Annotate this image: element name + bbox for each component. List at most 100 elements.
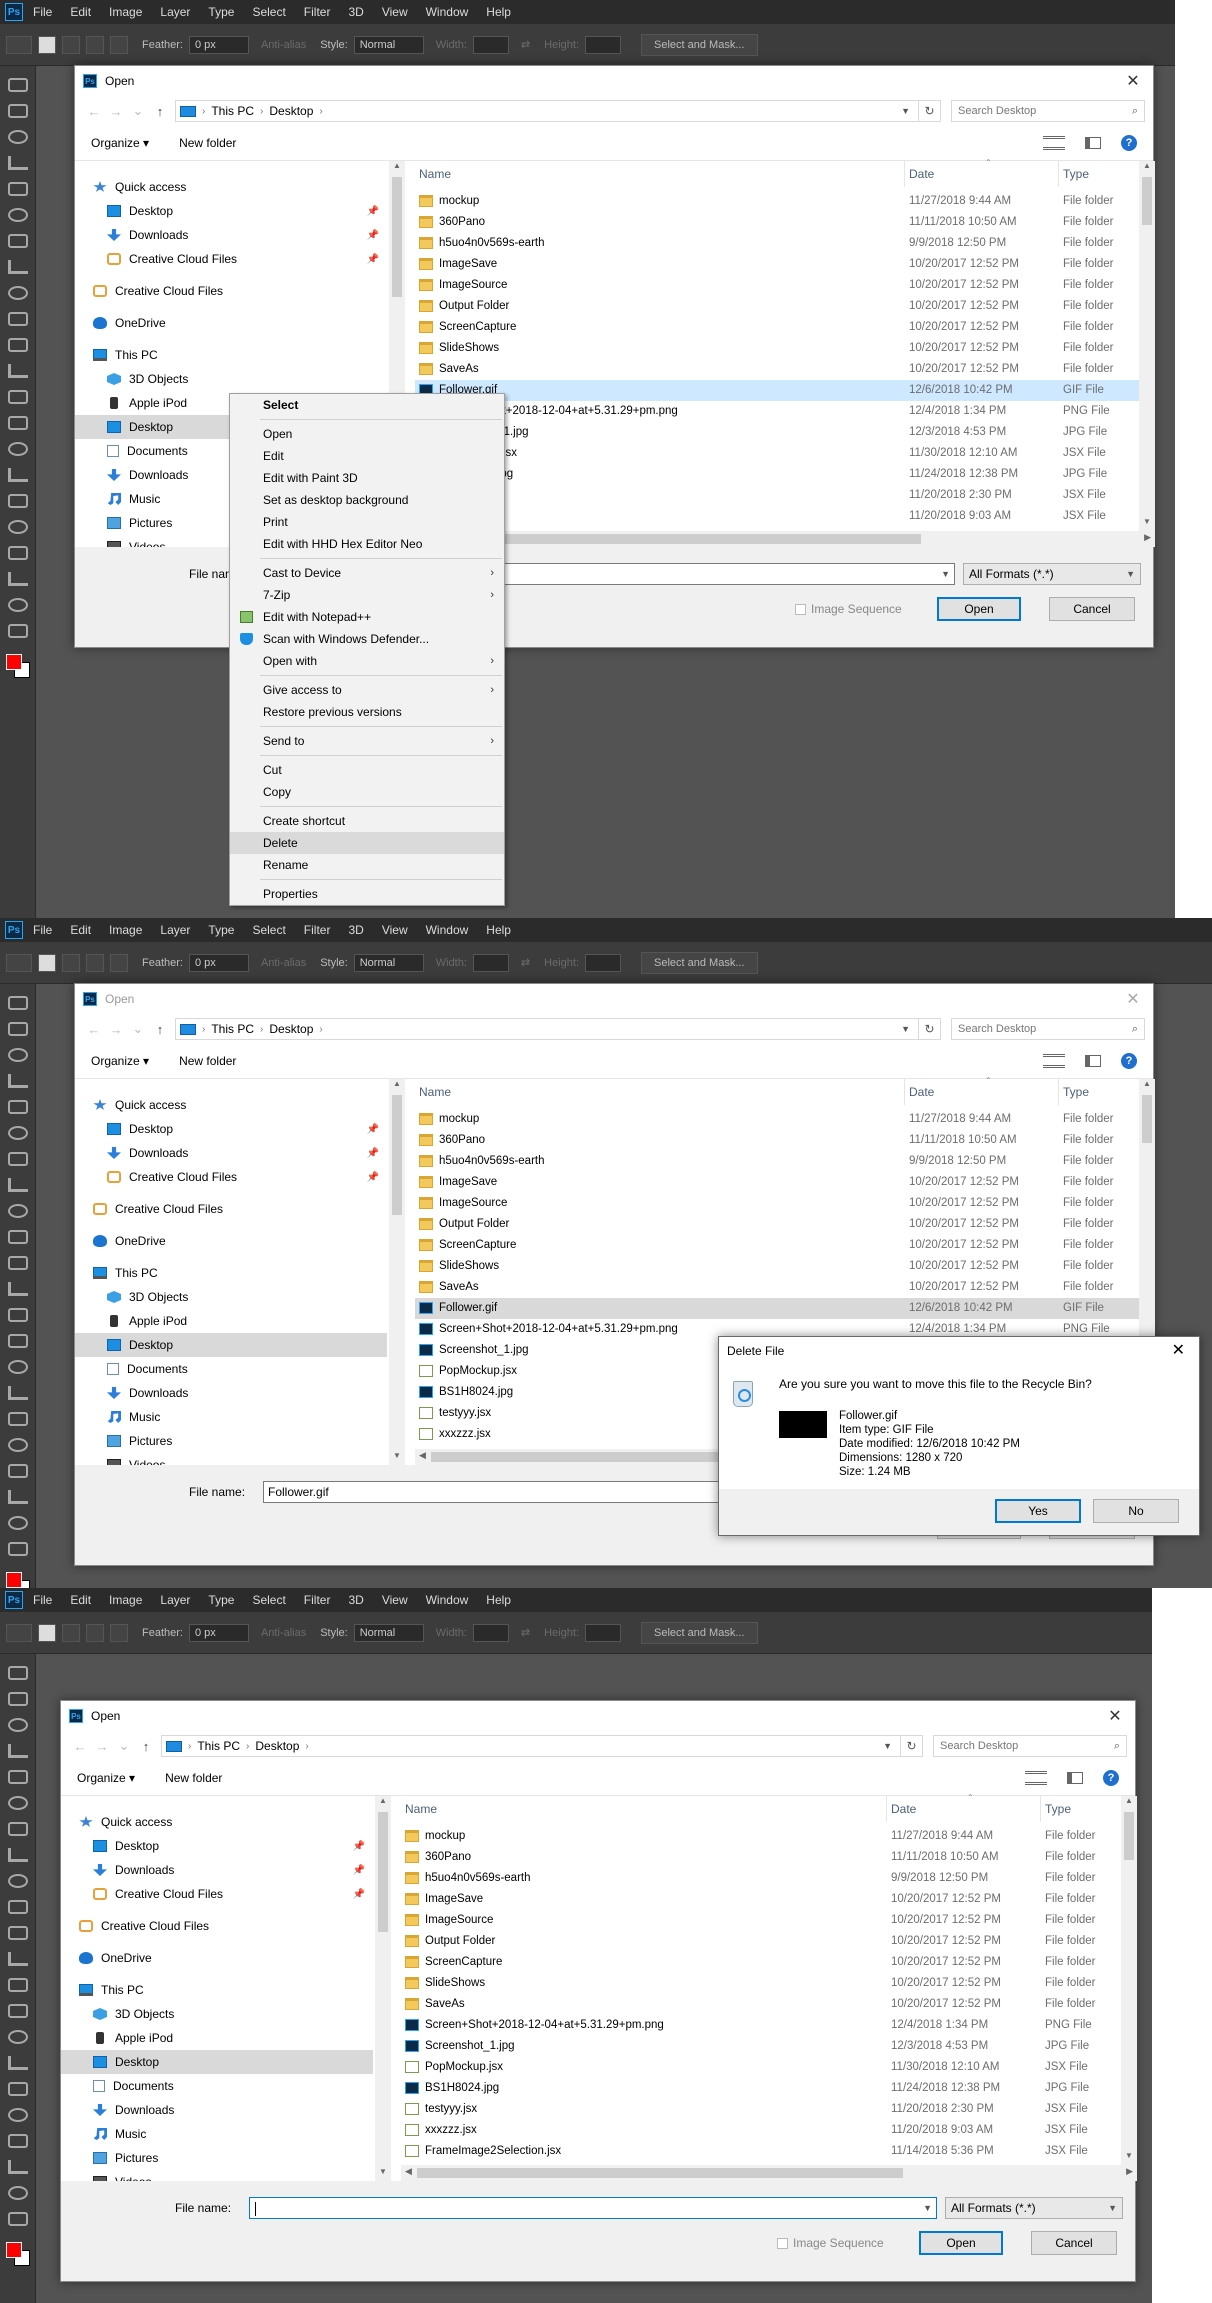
table-row[interactable]: mockup 11/27/2018 9:44 AM File folder [415,191,1139,212]
new-selection-icon[interactable] [38,1623,56,1642]
open-button[interactable]: Open [919,2231,1003,2255]
table-row[interactable]: SaveAs 10/20/2017 12:52 PM File folder [415,359,1139,380]
table-row[interactable]: h5uo4n0v569s-earth 9/9/2018 12:50 PM File … [415,233,1139,254]
back-arrow-icon[interactable]: ← [83,104,105,119]
change-view-icon[interactable] [1043,1054,1065,1068]
feather-input[interactable]: 0 px [188,953,249,972]
nav-item-this-pc[interactable]: This PC [75,1261,387,1285]
menu-layer[interactable]: Layer [160,1593,190,1607]
frame-tool-icon[interactable] [7,1796,28,1810]
marquee-tool-preset-icon[interactable] [6,35,32,54]
file-scrollbar[interactable]: ▲▼ [1139,161,1155,531]
nav-item-downloads[interactable]: Downloads 📌 [75,223,387,247]
nav-item-pictures[interactable]: Pictures [75,1429,387,1453]
menu-edit[interactable]: Edit [70,5,91,19]
antialias-checkbox[interactable]: Anti-alias [261,39,306,51]
column-date[interactable]: Date [905,161,1059,187]
crumb-desktop[interactable]: Desktop [255,1739,299,1753]
nav-item-apple-ipod[interactable]: Apple iPod [61,2026,373,2050]
file-hscrollbar[interactable]: ◀▶ [401,2165,1137,2181]
chevron-right-icon[interactable]: › [319,106,322,117]
breadcrumb[interactable]: › This PC › Desktop › ▼ [175,100,919,122]
pin-icon[interactable]: 📌 [367,254,379,265]
nav-item-desktop[interactable]: Desktop 📌 [75,1117,387,1141]
dodge-tool-icon[interactable] [7,442,28,456]
organize-button[interactable]: Organize ▾ [77,1771,135,1785]
table-row[interactable]: SlideShows 10/20/2017 12:52 PM File folder [415,1256,1139,1277]
intersect-selection-icon[interactable] [110,1623,128,1642]
lasso-tool-icon[interactable] [7,130,28,144]
menu-select[interactable]: Select [252,5,285,19]
marquee-tool-icon[interactable] [7,104,28,118]
ctx-create-shortcut[interactable]: Create shortcut [230,810,504,832]
file-scroll-thumb[interactable] [1142,1095,1152,1143]
menu-3d[interactable]: 3D [348,5,363,19]
pin-icon[interactable]: 📌 [367,1172,379,1183]
scroll-left-icon[interactable]: ◀ [419,1450,426,1461]
nav-item-creative-cloud-files[interactable]: Creative Cloud Files 📌 [61,1882,373,1906]
shape-tool-icon[interactable] [7,1464,28,1478]
menu-layer[interactable]: Layer [160,923,190,937]
ctx-cut[interactable]: Cut [230,759,504,781]
eyedropper-tool-icon[interactable] [7,234,28,248]
table-row[interactable]: ScreenCapture 10/20/2017 12:52 PM File fol… [415,1235,1139,1256]
refresh-icon[interactable]: ↻ [901,1735,923,1757]
scroll-up-icon[interactable]: ▲ [1121,1796,1137,1810]
ctx-restore-previous-versions[interactable]: Restore previous versions [230,701,504,723]
table-row[interactable]: BS1H8024.jpg11/24/2018 12:38 PMJPG File [415,464,1139,485]
file-name-input[interactable]: ▼ [249,2197,937,2219]
hand-tool-icon[interactable] [7,2160,28,2174]
scroll-down-icon[interactable]: ▼ [1121,2151,1137,2165]
lasso-tool-icon[interactable] [7,1718,28,1732]
marquee-tool-preset-icon[interactable] [6,1623,32,1642]
table-row[interactable]: ImageSource 10/20/2017 12:52 PM File folde… [415,275,1139,296]
table-row[interactable]: PopMockup.jsx 11/30/2018 12:10 AM JSX File [401,2057,1121,2078]
move-tool-icon[interactable] [7,78,28,92]
ctx-cast-to-device[interactable]: Cast to Device › [230,562,504,584]
close-icon[interactable]: ✕ [1172,1337,1185,1365]
column-type[interactable]: Type [1041,1796,1121,1822]
help-icon[interactable]: ? [1103,1770,1119,1786]
brush-tool-icon[interactable] [7,1874,28,1888]
search-input[interactable]: Search Desktop ⌕ [951,1018,1145,1040]
menu-help[interactable]: Help [486,5,511,19]
image-sequence-checkbox[interactable]: Image Sequence [795,602,902,616]
cancel-button[interactable]: Cancel [1049,597,1135,621]
table-row[interactable]: Screenshot_1.jpg12/3/2018 4:53 PMJPG Fil… [415,422,1139,443]
nav-item-3d-objects[interactable]: 3D Objects [75,1285,387,1309]
chevron-down-icon[interactable]: ▼ [897,106,914,116]
table-row[interactable]: SaveAs 10/20/2017 12:52 PM File folder [415,1277,1139,1298]
table-row[interactable]: Output Folder 10/20/2017 12:52 PM File fol… [415,296,1139,317]
checkbox-box[interactable] [777,2237,788,2249]
forward-arrow-icon[interactable]: → [105,104,127,119]
ctx-open[interactable]: Open [230,423,504,445]
add-selection-icon[interactable] [62,1623,80,1642]
path-select-tool-icon[interactable] [7,2108,28,2122]
crop-tool-icon[interactable] [7,182,28,196]
stamp-tool-icon[interactable] [7,312,28,326]
blur-tool-icon[interactable] [7,2004,28,2018]
shape-tool-icon[interactable] [7,546,28,560]
quick-select-tool-icon[interactable] [7,156,28,170]
history-brush-tool-icon[interactable] [7,1256,28,1270]
table-row[interactable]: ImageSource 10/20/2017 12:52 PM File folde… [401,1910,1121,1931]
scroll-up-icon[interactable]: ▲ [375,1796,391,1810]
gradient-tool-icon[interactable] [7,1978,28,1992]
foreground-color[interactable] [5,2242,22,2258]
nav-item-creative-cloud-files[interactable]: Creative Cloud Files 📌 [75,247,387,271]
chevron-right-icon[interactable]: › [246,1741,249,1752]
zoom-tool-icon[interactable] [7,598,28,612]
color-swatches[interactable] [5,654,30,678]
menu-select[interactable]: Select [252,1593,285,1607]
nav-item-this-pc[interactable]: This PC [61,1978,373,2002]
nav-item-desktop[interactable]: Desktop [61,2050,373,2074]
nav-item-documents[interactable]: Documents [75,1357,387,1381]
chevron-down-icon[interactable]: ▼ [1108,2198,1117,2218]
chevron-down-icon[interactable]: ▼ [897,1024,914,1034]
table-row[interactable]: 360Pano 11/11/2018 10:50 AM File folder [401,1847,1121,1868]
height-input[interactable] [585,953,621,972]
scroll-down-icon[interactable]: ▼ [389,1451,405,1465]
menu-window[interactable]: Window [426,5,469,19]
file-type-select[interactable]: All Formats (*.*) ▼ [963,563,1141,585]
table-row[interactable]: testyyy.jsx 11/20/2018 2:30 PM JSX File [401,2099,1121,2120]
